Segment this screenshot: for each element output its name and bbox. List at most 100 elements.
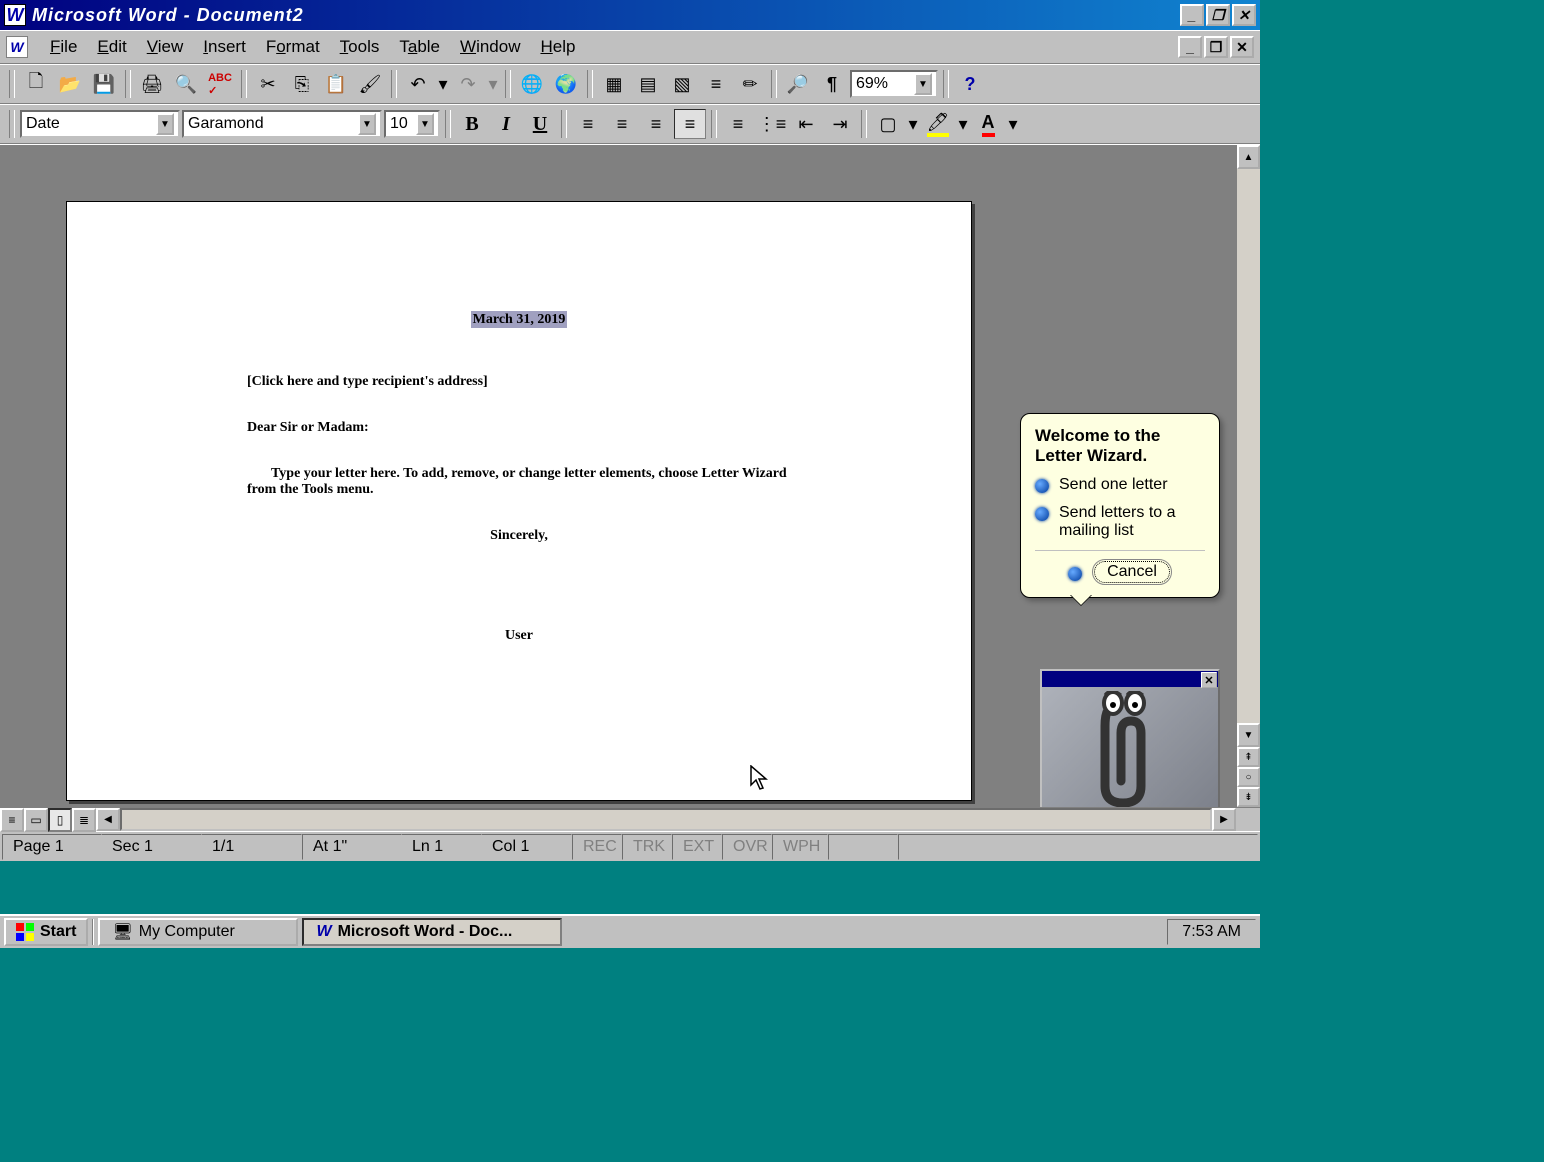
tables-borders-button[interactable]: ▦ [598, 69, 630, 99]
close-button[interactable]: ✕ [1232, 4, 1256, 26]
spellcheck-button[interactable]: ABC✓ [204, 69, 236, 99]
highlight-dropdown[interactable]: ▾ [956, 109, 970, 139]
borders-button[interactable]: ▢ [872, 109, 904, 139]
system-clock[interactable]: 7:53 AM [1167, 919, 1256, 945]
paste-button[interactable]: 📋 [320, 69, 352, 99]
page-layout-view-button[interactable]: ▯ [48, 808, 72, 832]
menu-help[interactable]: Help [530, 33, 585, 61]
chevron-down-icon[interactable]: ▼ [416, 113, 434, 135]
bulleted-list-button[interactable]: ⋮≡ [756, 109, 788, 139]
salutation[interactable]: Dear Sir or Madam: [247, 420, 791, 436]
insert-table-button[interactable]: ▤ [632, 69, 664, 99]
doc-minimize-button[interactable]: _ [1178, 36, 1202, 58]
scroll-down-button[interactable]: ▼ [1237, 723, 1260, 747]
date-field[interactable]: March 31, 2019 [247, 312, 791, 328]
start-button[interactable]: Start [4, 918, 88, 946]
chevron-down-icon[interactable]: ▼ [914, 73, 932, 95]
align-left-button[interactable]: ≡ [572, 109, 604, 139]
decrease-indent-button[interactable]: ⇤ [790, 109, 822, 139]
doc-map-button[interactable]: 🔎 [782, 69, 814, 99]
new-doc-button[interactable]: 🗋 [20, 69, 52, 99]
assistant-titlebar[interactable] [1042, 671, 1218, 687]
print-preview-button[interactable]: 🔍 [170, 69, 202, 99]
normal-view-button[interactable]: ≡ [0, 808, 24, 832]
align-right-button[interactable]: ≡ [640, 109, 672, 139]
prev-page-button[interactable]: ⇞ [1237, 747, 1260, 767]
bold-button[interactable]: B [456, 109, 488, 139]
next-page-button[interactable]: ⇟ [1237, 787, 1260, 807]
office-assistant[interactable]: ✕ [1040, 669, 1220, 807]
menu-tools[interactable]: Tools [330, 33, 390, 61]
italic-button[interactable]: I [490, 109, 522, 139]
redo-dropdown[interactable]: ▾ [486, 69, 500, 99]
style-combo[interactable]: Date ▼ [20, 110, 180, 138]
menu-file[interactable]: File [40, 33, 87, 61]
font-color-button[interactable]: A [972, 109, 1004, 139]
h-scroll-track[interactable] [120, 808, 1212, 831]
recipient-address-placeholder[interactable]: [Click here and type recipient's address… [247, 374, 791, 390]
highlight-button[interactable]: 🖊 [922, 109, 954, 139]
status-trk[interactable]: TRK [622, 834, 672, 860]
doc-close-button[interactable]: ✕ [1230, 36, 1254, 58]
cut-button[interactable]: ✂ [252, 69, 284, 99]
drawing-button[interactable]: ✏ [734, 69, 766, 99]
redo-button[interactable]: ↷ [452, 69, 484, 99]
font-size-combo[interactable]: 10 ▼ [384, 110, 440, 138]
browse-object-button[interactable]: ○ [1237, 767, 1260, 787]
status-wph[interactable]: WPH [772, 834, 828, 860]
menu-table[interactable]: Table [389, 33, 450, 61]
scroll-track[interactable] [1237, 169, 1260, 723]
closing[interactable]: Sincerely, [247, 528, 791, 544]
zoom-combo[interactable]: 69% ▼ [850, 70, 938, 98]
scroll-left-button[interactable]: ◀ [96, 808, 120, 831]
menu-edit[interactable]: Edit [87, 33, 136, 61]
document-icon[interactable]: W [6, 36, 28, 58]
option-send-mailing-list[interactable]: Send letters to a mailing list [1035, 504, 1205, 540]
task-my-computer[interactable]: 🖥 My Computer [98, 918, 298, 946]
justify-button[interactable]: ≡ [674, 109, 706, 139]
chevron-down-icon[interactable]: ▼ [156, 113, 174, 135]
assistant-close-button[interactable]: ✕ [1201, 672, 1217, 688]
status-rec[interactable]: REC [572, 834, 622, 860]
task-word[interactable]: W Microsoft Word - Doc... [302, 918, 562, 946]
scroll-up-button[interactable]: ▲ [1237, 145, 1260, 169]
status-ovr[interactable]: OVR [722, 834, 772, 860]
undo-button[interactable]: ↶ [402, 69, 434, 99]
status-ext[interactable]: EXT [672, 834, 722, 860]
signature[interactable]: User [247, 628, 791, 644]
save-button[interactable]: 💾 [88, 69, 120, 99]
format-painter-button[interactable]: 🖌 [354, 69, 386, 99]
undo-dropdown[interactable]: ▾ [436, 69, 450, 99]
online-layout-view-button[interactable]: ▭ [24, 808, 48, 832]
vertical-scrollbar[interactable]: ▲ ▼ ⇞ ○ ⇟ [1236, 145, 1260, 807]
minimize-button[interactable]: _ [1180, 4, 1204, 26]
copy-button[interactable]: ⎘ [286, 69, 318, 99]
menu-window[interactable]: Window [450, 33, 530, 61]
menu-insert[interactable]: Insert [193, 33, 256, 61]
web-toolbar-button[interactable]: 🌍 [550, 69, 582, 99]
outline-view-button[interactable]: ≣ [72, 808, 96, 832]
menu-view[interactable]: View [137, 33, 194, 61]
doc-restore-button[interactable]: ❐ [1204, 36, 1228, 58]
open-button[interactable]: 📂 [54, 69, 86, 99]
cancel-button[interactable]: Cancel [1092, 559, 1172, 585]
page[interactable]: March 31, 2019 [Click here and type reci… [66, 201, 972, 801]
numbered-list-button[interactable]: ≡ [722, 109, 754, 139]
align-center-button[interactable]: ≡ [606, 109, 638, 139]
hyperlink-button[interactable]: 🌐 [516, 69, 548, 99]
increase-indent-button[interactable]: ⇥ [824, 109, 856, 139]
scroll-right-button[interactable]: ▶ [1212, 808, 1236, 831]
menu-format[interactable]: Format [256, 33, 330, 61]
help-button[interactable]: ? [954, 69, 986, 99]
letter-body[interactable]: Type your letter here. To add, remove, o… [247, 466, 791, 498]
columns-button[interactable]: ≡ [700, 69, 732, 99]
font-combo[interactable]: Garamond ▼ [182, 110, 382, 138]
option-send-one-letter[interactable]: Send one letter [1035, 476, 1205, 494]
print-button[interactable]: 🖨 [136, 69, 168, 99]
borders-dropdown[interactable]: ▾ [906, 109, 920, 139]
maximize-button[interactable]: ❐ [1206, 4, 1230, 26]
excel-button[interactable]: ▧ [666, 69, 698, 99]
underline-button[interactable]: U [524, 109, 556, 139]
font-color-dropdown[interactable]: ▾ [1006, 109, 1020, 139]
chevron-down-icon[interactable]: ▼ [358, 113, 376, 135]
